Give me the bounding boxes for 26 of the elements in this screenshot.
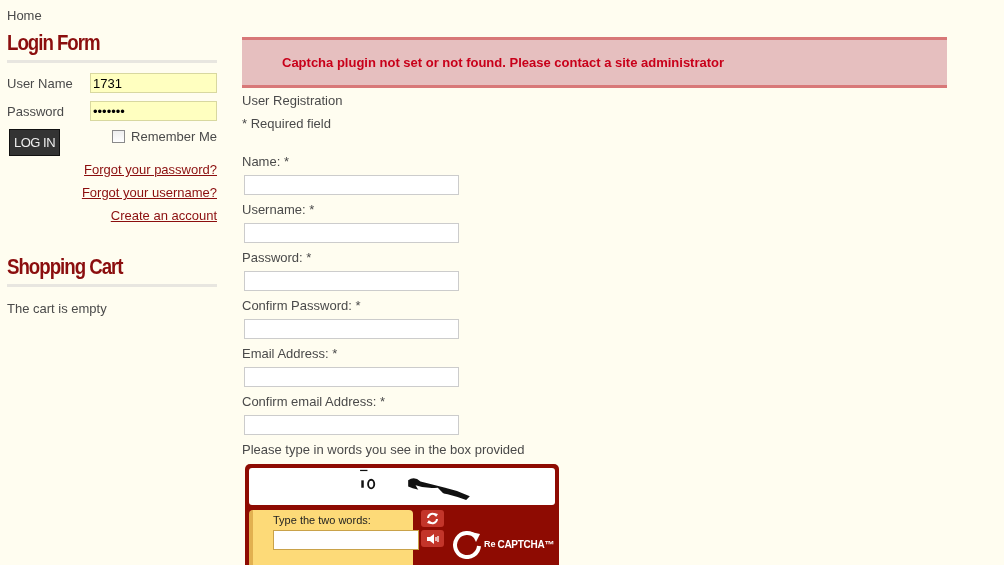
field-label: Email Address: * — [242, 346, 338, 362]
account-link[interactable]: Forgot your username? — [81, 185, 217, 201]
captcha-prompt: Please type in words you see in the box provided — [242, 442, 525, 458]
field-label: Name: * — [242, 154, 289, 170]
input-field[interactable]: 1731 — [90, 73, 217, 93]
module-title: Login Form — [7, 30, 100, 56]
required-note: * Required field — [242, 116, 331, 132]
logo-text: Re — [484, 539, 496, 549]
field-label: Password: * — [242, 250, 312, 266]
field-label: Username: * — [242, 202, 315, 218]
logo-text: CAPTCHA™ — [497, 538, 554, 550]
module-title: Shopping Cart — [7, 254, 123, 280]
checkbox-label: Remember Me — [131, 129, 217, 144]
field-label: User Name — [7, 75, 74, 91]
field-label: Confirm email Address: * — [242, 394, 386, 410]
field-label: Password — [7, 103, 66, 119]
breadcrumb-link[interactable]: Home — [7, 8, 42, 24]
error-message: Captcha plugin not set or not found. Please contact a site administrator — [242, 37, 947, 88]
login-button[interactable]: LOG IN — [9, 129, 61, 156]
form-title: User Registration — [242, 93, 343, 109]
account-link[interactable]: Forgot your password? — [84, 162, 217, 178]
input-label: Type the two words: — [273, 514, 371, 526]
account-link[interactable]: Create an account — [110, 208, 217, 224]
cart-status: The cart is empty — [7, 301, 107, 316]
input-field[interactable]: ••••••• — [90, 101, 217, 121]
field-label: Confirm Password: * — [242, 298, 361, 314]
